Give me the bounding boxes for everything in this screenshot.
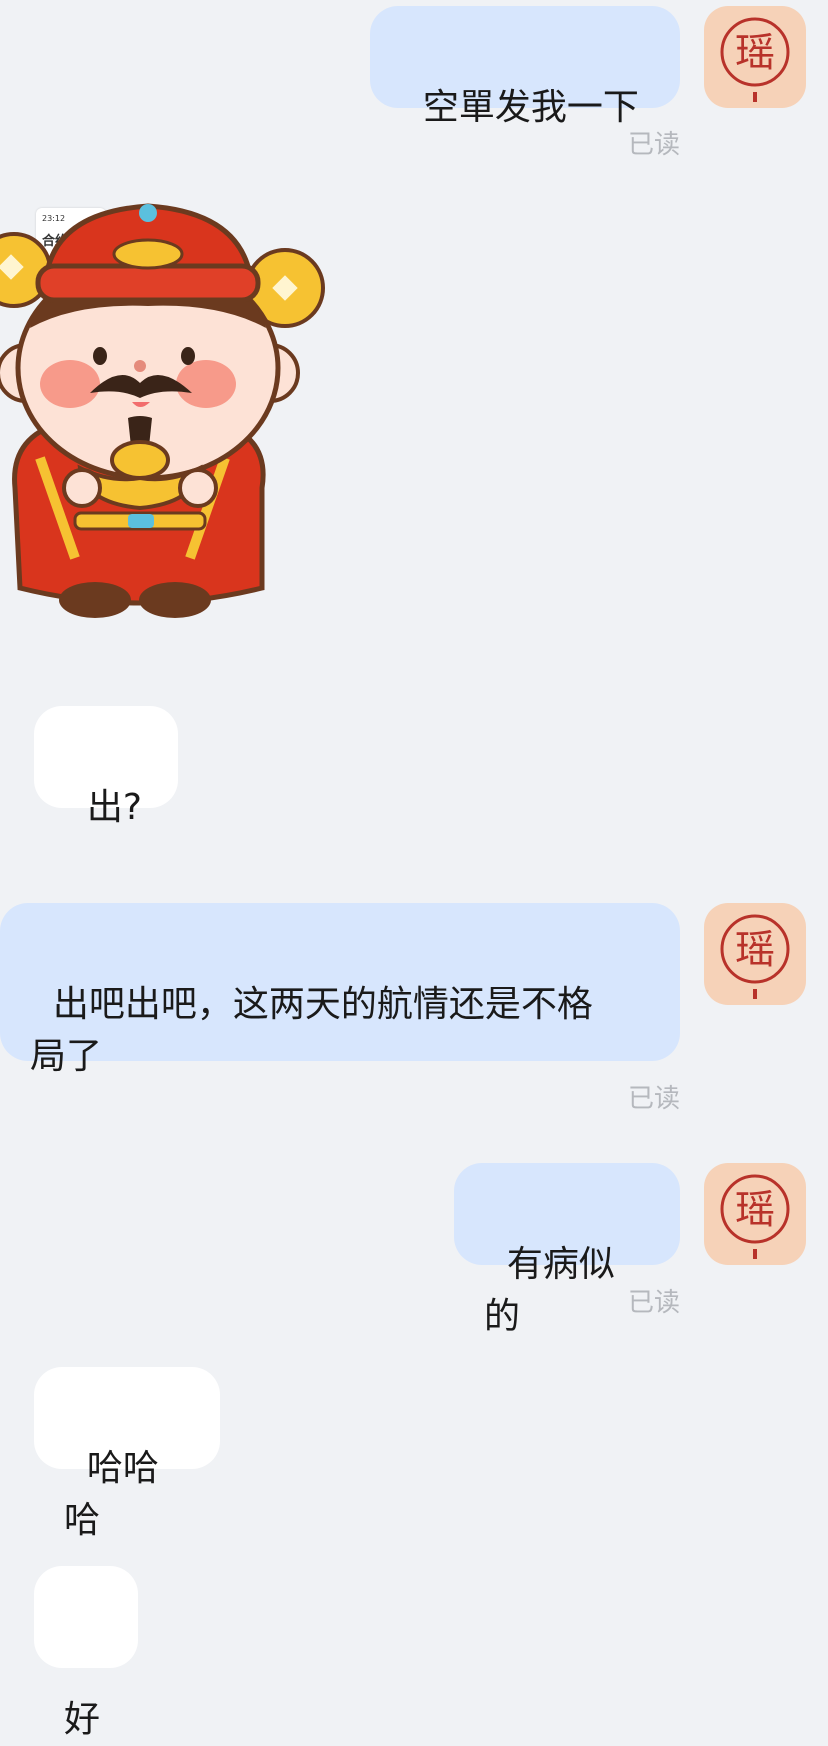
svg-text:瑶: 瑶: [735, 927, 775, 973]
god-of-wealth-sticker-icon: [0, 203, 325, 618]
read-receipt: 已读: [627, 1288, 680, 1318]
svg-text:瑶: 瑶: [735, 1187, 775, 1233]
message-bubble-outgoing[interactable]: 有病似的: [454, 1163, 680, 1337]
read-receipt: 已读: [627, 1084, 680, 1114]
message-text: 哈哈哈: [64, 1448, 159, 1541]
avatar[interactable]: 瑶: [704, 1163, 806, 1265]
svg-text:瑶: 瑶: [735, 30, 775, 76]
message-text: 出?: [86, 787, 142, 828]
message-bubble-incoming[interactable]: 哈哈哈: [34, 1367, 220, 1541]
seal-avatar-icon: 瑶: [720, 1174, 790, 1259]
avatar[interactable]: 瑶: [704, 6, 806, 108]
message-bubble-outgoing[interactable]: 出吧出吧，这两天的航情还是不格 局了: [0, 903, 680, 1077]
message-bubble-incoming[interactable]: 好: [34, 1566, 138, 1740]
message-text: 出吧出吧，这两天的航情还是不格 局了: [30, 984, 593, 1077]
seal-avatar-icon: 瑶: [720, 17, 790, 102]
seal-avatar-icon: 瑶: [720, 914, 790, 999]
read-receipt: 已读: [627, 130, 680, 160]
avatar[interactable]: 瑶: [704, 903, 806, 1005]
message-bubble-incoming[interactable]: 出?: [34, 706, 178, 828]
message-text: 空單发我一下: [422, 87, 639, 128]
message-text: 好: [64, 1699, 101, 1740]
message-bubble-outgoing[interactable]: 空單发我一下: [370, 6, 680, 128]
sticker-message[interactable]: [0, 188, 335, 628]
